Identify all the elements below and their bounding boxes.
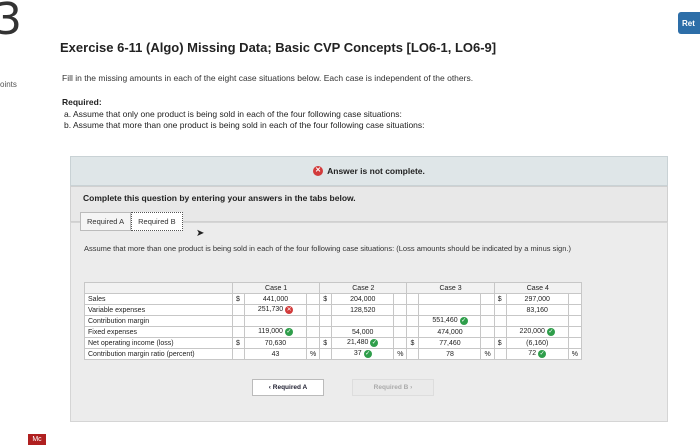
cvp-table: Case 1 Case 2 Case 3 Case 4 Sales $ 441,…: [84, 282, 582, 360]
case1-sales: 441,000: [244, 293, 307, 305]
case1-cm-input[interactable]: [244, 315, 307, 327]
case3-fixed: 474,000: [418, 326, 482, 338]
row-label: Variable expenses: [84, 304, 233, 316]
table-header-row: Case 1 Case 2 Case 3 Case 4: [84, 282, 582, 294]
case1-cmr: 43: [244, 348, 307, 360]
panel-instruction: Assume that more than one product is bei…: [84, 244, 571, 253]
case4-sales: 297,000: [505, 293, 569, 305]
case3-variable-input[interactable]: [418, 304, 482, 316]
case4-variable: 83,160: [505, 304, 569, 316]
case4-noi: (6,160): [505, 337, 569, 349]
case4-cmr-input[interactable]: 72 ✓: [505, 348, 569, 360]
dollar-sign: $: [493, 293, 507, 305]
table-row: Contribution margin ratio (percent) 43 %…: [84, 348, 582, 360]
case3-sales-input[interactable]: [418, 293, 482, 305]
required-a-text: a. Assume that only one product is being…: [64, 109, 402, 119]
correct-icon: ✓: [459, 317, 468, 325]
case1-fixed-input[interactable]: 119,000 ✓: [244, 326, 307, 338]
dollar-sign: $: [232, 293, 245, 305]
correct-icon: ✓: [363, 350, 372, 358]
correct-icon: ✓: [538, 350, 547, 358]
dollar-sign: $: [232, 337, 245, 349]
header-case-3: Case 3: [406, 282, 495, 294]
answer-status-bar: ✕ Answer is not complete.: [70, 156, 668, 186]
percent-sign: %: [306, 348, 321, 360]
row-label: Sales: [84, 293, 233, 305]
dollar-sign: $: [493, 337, 507, 349]
table-row: Contribution margin 551,460 ✓: [84, 315, 582, 327]
row-label: Net operating income (loss): [84, 337, 233, 349]
table-row: Net operating income (loss) $ 70,630 $ 2…: [84, 337, 582, 349]
exercise-title: Exercise 6-11 (Algo) Missing Data; Basic…: [60, 40, 497, 55]
tab-required-b[interactable]: Required B: [131, 212, 183, 231]
header-case-2: Case 2: [319, 282, 408, 294]
chevron-right-icon: ›: [408, 384, 413, 391]
case2-cm-input[interactable]: [331, 315, 395, 327]
brand-badge: Mc: [28, 434, 46, 445]
case3-noi: 77,460: [418, 337, 482, 349]
row-label: Contribution margin ratio (percent): [84, 348, 233, 360]
dollar-sign: $: [406, 337, 419, 349]
instruction-text: Fill in the missing amounts in each of t…: [62, 73, 474, 83]
points-label: oints: [0, 80, 17, 89]
next-required-b-button[interactable]: Required B ›: [352, 379, 434, 396]
table-row: Fixed expenses 119,000 ✓ 54,000 474,000 2…: [84, 326, 582, 338]
case1-noi: 70,630: [244, 337, 307, 349]
percent-sign: %: [393, 348, 408, 360]
dollar-sign: [406, 293, 419, 305]
return-button[interactable]: Ret: [678, 12, 700, 34]
required-heading: Required:: [62, 97, 102, 107]
case4-cm-input[interactable]: [505, 315, 569, 327]
table-row: Sales $ 441,000 $ 204,000 $ 297,000: [84, 293, 582, 305]
mouse-cursor-icon: ➤: [196, 228, 205, 239]
answer-status-text: Answer is not complete.: [327, 166, 425, 176]
percent-sign: %: [480, 348, 495, 360]
header-case-1: Case 1: [231, 282, 321, 294]
case2-noi-input[interactable]: 21,480 ✓: [331, 337, 395, 349]
tab-required-a[interactable]: Required A: [80, 212, 132, 231]
case3-cmr: 78: [418, 348, 482, 360]
tab-bar: Required A Required B: [80, 212, 183, 231]
correct-icon: ✓: [370, 339, 379, 347]
row-label: Contribution margin: [84, 315, 233, 327]
table-row: Variable expenses 251,730 ✕ 128,520 83,16…: [84, 304, 582, 316]
incorrect-icon: ✕: [285, 306, 294, 314]
question-number: 3: [0, 0, 22, 45]
prev-required-a-button[interactable]: ‹ Required A: [252, 379, 324, 396]
percent-sign: %: [568, 348, 582, 360]
case2-fixed: 54,000: [331, 326, 395, 338]
dollar-sign: $: [319, 337, 332, 349]
header-blank: [84, 282, 233, 294]
header-case-4: Case 4: [493, 282, 582, 294]
case4-fixed-input[interactable]: 220,000 ✓: [505, 326, 569, 338]
case2-sales: 204,000: [331, 293, 395, 305]
case3-cm-input[interactable]: 551,460 ✓: [418, 315, 482, 327]
correct-icon: ✓: [284, 328, 293, 336]
row-label: Fixed expenses: [84, 326, 233, 338]
required-b-text: b. Assume that more than one product is …: [64, 120, 425, 130]
case2-variable: 128,520: [331, 304, 395, 316]
case1-variable-input[interactable]: 251,730 ✕: [244, 304, 307, 316]
error-icon: ✕: [313, 166, 324, 176]
dollar-sign: $: [319, 293, 332, 305]
case2-cmr-input[interactable]: 37 ✓: [331, 348, 395, 360]
correct-icon: ✓: [546, 328, 555, 336]
